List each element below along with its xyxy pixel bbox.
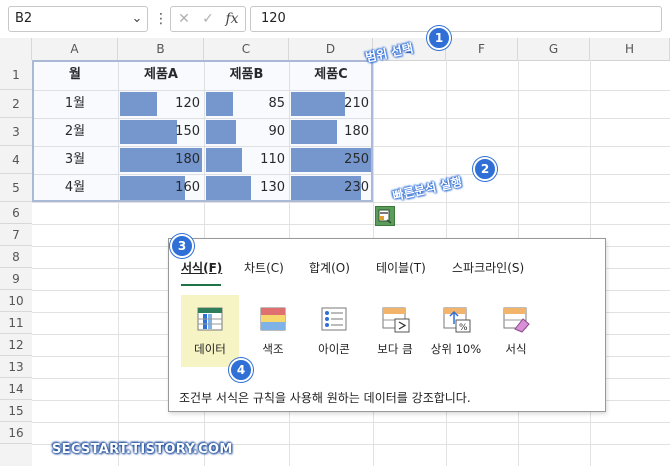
row-header-8[interactable]: 8 bbox=[0, 246, 32, 268]
icon-set-icon bbox=[321, 307, 347, 331]
chevron-down-icon[interactable]: ⌄ bbox=[128, 6, 146, 32]
cancel-icon[interactable]: ✕ bbox=[173, 7, 195, 31]
gridline bbox=[32, 202, 670, 203]
column-header-g[interactable]: G bbox=[518, 38, 590, 60]
row-header-12[interactable]: 12 bbox=[0, 334, 32, 356]
callout-badge-2: 2 bbox=[473, 157, 497, 181]
row-header-16[interactable]: 16 bbox=[0, 422, 32, 444]
row-header-7[interactable]: 7 bbox=[0, 224, 32, 246]
tab-charts[interactable]: 차트(C) bbox=[244, 259, 284, 276]
gridline bbox=[32, 422, 670, 423]
callout-badge-4: 4 bbox=[229, 358, 253, 382]
data-bars-button[interactable]: 데이터 bbox=[181, 295, 239, 367]
greater-than-icon bbox=[382, 307, 410, 333]
row-header-10[interactable]: 10 bbox=[0, 290, 32, 312]
clear-format-button[interactable]: 서식 bbox=[487, 295, 545, 367]
tab-formatting[interactable]: 서식(F) bbox=[181, 259, 222, 276]
row-header-6[interactable]: 6 bbox=[0, 202, 32, 224]
tab-sparklines[interactable]: 스파크라인(S) bbox=[452, 259, 524, 276]
top-ten-label: 상위 10% bbox=[430, 342, 482, 356]
quick-analysis-button[interactable] bbox=[375, 206, 395, 226]
quick-analysis-popup: 서식(F) 차트(C) 합계(O) 테이블(T) 스파크라인(S) 데이터 색조 bbox=[168, 238, 606, 412]
column-header-h[interactable]: H bbox=[590, 38, 670, 60]
data-bars-label: 데이터 bbox=[194, 342, 226, 356]
top-ten-button[interactable]: % 상위 10% bbox=[427, 295, 485, 367]
more-vertical-icon[interactable]: ⋮ bbox=[154, 6, 168, 32]
column-header-d[interactable]: D bbox=[289, 38, 373, 60]
column-header-f[interactable]: F bbox=[446, 38, 518, 60]
column-header-bar: A B C D E F G H bbox=[0, 38, 670, 61]
eraser-icon bbox=[503, 307, 530, 333]
name-box[interactable]: B2 bbox=[8, 6, 148, 32]
select-all-corner[interactable] bbox=[0, 38, 32, 60]
row-header-3[interactable]: 3 bbox=[0, 118, 32, 146]
tab-totals[interactable]: 합계(O) bbox=[309, 259, 350, 276]
callout-badge-1: 1 bbox=[427, 26, 451, 50]
selected-range[interactable] bbox=[32, 60, 373, 202]
formula-bar: B2 ⌄ ⋮ ✕ ✓ fx 120 bbox=[0, 0, 670, 38]
active-tab-indicator bbox=[181, 284, 221, 286]
column-header-c[interactable]: C bbox=[204, 38, 289, 60]
row-header-1[interactable]: 1 bbox=[0, 60, 32, 90]
row-header-11[interactable]: 11 bbox=[0, 312, 32, 334]
top-ten-icon: % bbox=[443, 307, 471, 333]
row-header-14[interactable]: 14 bbox=[0, 378, 32, 400]
icon-set-label: 아이콘 bbox=[318, 342, 350, 356]
svg-text:%: % bbox=[459, 323, 468, 333]
row-header-2[interactable]: 2 bbox=[0, 90, 32, 118]
callout-label-quick-analysis: 빠른분석 실행 bbox=[391, 174, 464, 204]
callout-badge-3: 3 bbox=[170, 234, 194, 258]
confirm-icon[interactable]: ✓ bbox=[197, 7, 219, 31]
row-header-9[interactable]: 9 bbox=[0, 268, 32, 290]
gridline bbox=[32, 224, 670, 225]
column-header-a[interactable]: A bbox=[32, 38, 118, 60]
column-header-b[interactable]: B bbox=[118, 38, 204, 60]
tab-tables[interactable]: 테이블(T) bbox=[376, 259, 426, 276]
row-header-filler bbox=[0, 444, 32, 466]
quick-analysis-icon bbox=[378, 209, 392, 224]
row-header-4[interactable]: 4 bbox=[0, 146, 32, 174]
formula-input[interactable]: 120 bbox=[250, 6, 662, 32]
row-header-5[interactable]: 5 bbox=[0, 174, 32, 202]
color-scale-label: 색조 bbox=[262, 342, 284, 356]
greater-than-label: 보다 큼 bbox=[377, 342, 413, 356]
description-text: 조건부 서식은 규칙을 사용해 원하는 데이터를 강조합니다. bbox=[179, 391, 471, 405]
formula-controls: ✕ ✓ fx bbox=[170, 6, 246, 32]
clear-format-label: 서식 bbox=[505, 342, 527, 356]
greater-than-button[interactable]: 보다 큼 bbox=[366, 295, 424, 367]
watermark-text: SECSTART.TISTORY.COM bbox=[52, 442, 233, 457]
row-header-13[interactable]: 13 bbox=[0, 356, 32, 378]
data-bars-icon bbox=[197, 307, 223, 331]
color-scale-button[interactable]: 색조 bbox=[244, 295, 302, 367]
color-scale-icon bbox=[260, 307, 286, 331]
icon-set-button[interactable]: 아이콘 bbox=[305, 295, 363, 367]
row-header-15[interactable]: 15 bbox=[0, 400, 32, 422]
insert-function-icon[interactable]: fx bbox=[221, 7, 243, 31]
